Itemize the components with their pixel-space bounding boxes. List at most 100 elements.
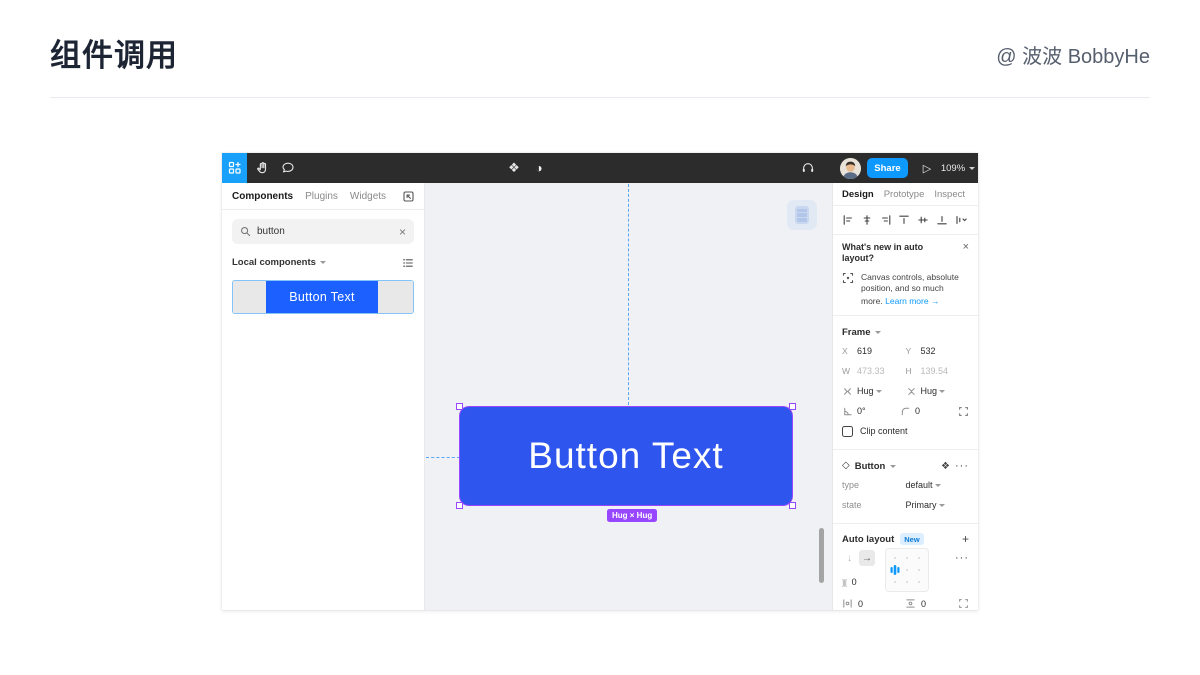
search-input[interactable] (257, 226, 393, 237)
learn-more-link[interactable]: Learn more → (885, 296, 939, 307)
item-spacing-field[interactable]: ]|[ 0 (842, 577, 857, 587)
hug-vertical-icon (906, 386, 919, 397)
chevron-down-icon (969, 167, 975, 170)
resize-handle[interactable] (789, 403, 796, 410)
component-section: ◇ Button ❖ ··· type default state Primar… (833, 450, 978, 524)
local-components-label[interactable]: Local components (232, 257, 316, 268)
prop-label: state (842, 500, 862, 510)
state-dropdown[interactable]: Primary (906, 500, 970, 510)
avatar (840, 158, 861, 179)
rotation-field[interactable]: 0° (842, 406, 900, 417)
tab-plugins[interactable]: Plugins (305, 191, 338, 202)
canvas[interactable]: Button Text Hug × Hug (425, 183, 832, 610)
align-left-icon[interactable] (842, 214, 854, 226)
clear-search-icon[interactable]: × (399, 226, 406, 238)
horizontal-resizing-dropdown[interactable]: Hug (842, 386, 906, 397)
resize-handle[interactable] (456, 502, 463, 509)
resize-handle[interactable] (789, 502, 796, 509)
y-position-field[interactable]: Y532 (906, 346, 970, 356)
figma-toolbar: ❖ ◑ Share (222, 153, 978, 183)
distribute-dropdown-icon[interactable] (955, 214, 969, 226)
rotation-icon (842, 406, 855, 417)
type-dropdown[interactable]: default (906, 480, 970, 490)
share-button[interactable]: Share (867, 158, 908, 178)
vertical-resizing-dropdown[interactable]: Hug (906, 386, 970, 397)
contrast-icon: ◑ (535, 161, 542, 175)
property-row-state: state Primary (842, 495, 969, 515)
tab-inspect[interactable]: Inspect (934, 189, 965, 200)
corner-radius-icon (900, 406, 913, 417)
align-bottom-icon[interactable] (936, 214, 948, 226)
tab-design[interactable]: Design (842, 189, 874, 200)
assets-tool-button[interactable] (222, 153, 247, 183)
height-field[interactable]: H139.54 (906, 366, 970, 376)
component-list-item-button[interactable]: Button Text (232, 280, 414, 314)
width-field[interactable]: W473.33 (842, 366, 906, 376)
hand-tool-button[interactable] (250, 153, 274, 183)
snap-guide-horizontal (426, 457, 460, 458)
horizontal-padding-field[interactable]: 0 (842, 598, 863, 609)
present-button[interactable]: ▷ (916, 153, 938, 183)
component-ghost-thumbnail (787, 200, 817, 230)
align-right-icon[interactable] (880, 214, 892, 226)
align-left-center-indicator (891, 565, 900, 575)
alignment-grid[interactable] (885, 548, 929, 592)
resize-handle[interactable] (456, 403, 463, 410)
author-credit: @ 波波 BobbyHe (996, 40, 1150, 69)
tab-components[interactable]: Components (232, 191, 293, 202)
spacing-icon: ]|[ (842, 578, 847, 587)
plugin-contrast-button[interactable]: ◑ (528, 153, 550, 183)
play-icon: ▷ (923, 162, 931, 175)
whats-new-title: What's new in auto layout? (842, 242, 954, 264)
individual-padding-icon[interactable] (958, 598, 969, 609)
zoom-level-dropdown[interactable]: 109% (936, 153, 980, 183)
clip-content-row[interactable]: Clip content (842, 421, 969, 441)
chevron-down-icon (935, 484, 941, 487)
local-components-header: Local components (222, 249, 424, 276)
comment-tool-button[interactable] (276, 153, 300, 183)
auto-layout-options-icon[interactable]: ··· (955, 553, 969, 564)
canvas-button[interactable]: Button Text (460, 407, 792, 505)
component-name[interactable]: Button (855, 461, 886, 472)
align-top-icon[interactable] (898, 214, 910, 226)
hug-horizontal-icon (842, 386, 855, 397)
auto-layout-title: Auto layout (842, 534, 894, 545)
figma-window: ❖ ◑ Share (222, 153, 978, 610)
align-v-center-icon[interactable] (917, 214, 929, 226)
independent-corners-icon[interactable] (958, 406, 969, 417)
plugin-diamond-button[interactable]: ❖ (503, 153, 525, 183)
hand-icon (255, 161, 270, 176)
new-badge: New (900, 533, 923, 545)
direction-down-button[interactable]: ↓ (842, 553, 857, 564)
headphones-icon (801, 161, 815, 175)
property-row-type: type default (842, 475, 969, 495)
swap-instance-icon[interactable]: ❖ (941, 461, 950, 472)
add-auto-layout-icon[interactable]: + (962, 532, 969, 546)
tab-widgets[interactable]: Widgets (350, 191, 386, 202)
comment-icon (281, 161, 295, 175)
open-panel-button[interactable] (402, 190, 415, 203)
diamond-grid-icon: ❖ (508, 160, 520, 176)
chevron-down-icon (890, 465, 896, 468)
divider (50, 97, 1150, 98)
user-avatar[interactable] (838, 153, 862, 183)
frame-type-label[interactable]: Frame (842, 327, 871, 338)
canvas-scrollbar[interactable] (819, 528, 824, 583)
list-view-icon[interactable] (402, 257, 414, 269)
selected-component-instance[interactable]: Button Text (460, 407, 792, 505)
audio-call-button[interactable] (796, 153, 820, 183)
vertical-padding-field[interactable]: 0 (905, 598, 926, 609)
properties-panel: Design Prototype Inspect What's new in a… (832, 183, 978, 610)
clip-content-label: Clip content (860, 426, 908, 436)
prop-label: type (842, 480, 859, 490)
alignment-row (833, 206, 978, 235)
component-preview-padding (378, 281, 413, 313)
x-position-field[interactable]: X619 (842, 346, 906, 356)
direction-right-button[interactable]: → (859, 550, 875, 566)
tab-prototype[interactable]: Prototype (884, 189, 925, 200)
component-menu-icon[interactable]: ··· (955, 461, 969, 472)
clip-content-checkbox[interactable] (842, 426, 853, 437)
align-h-center-icon[interactable] (861, 214, 873, 226)
close-icon[interactable]: × (963, 242, 969, 253)
corner-radius-field[interactable]: 0 (900, 406, 958, 417)
